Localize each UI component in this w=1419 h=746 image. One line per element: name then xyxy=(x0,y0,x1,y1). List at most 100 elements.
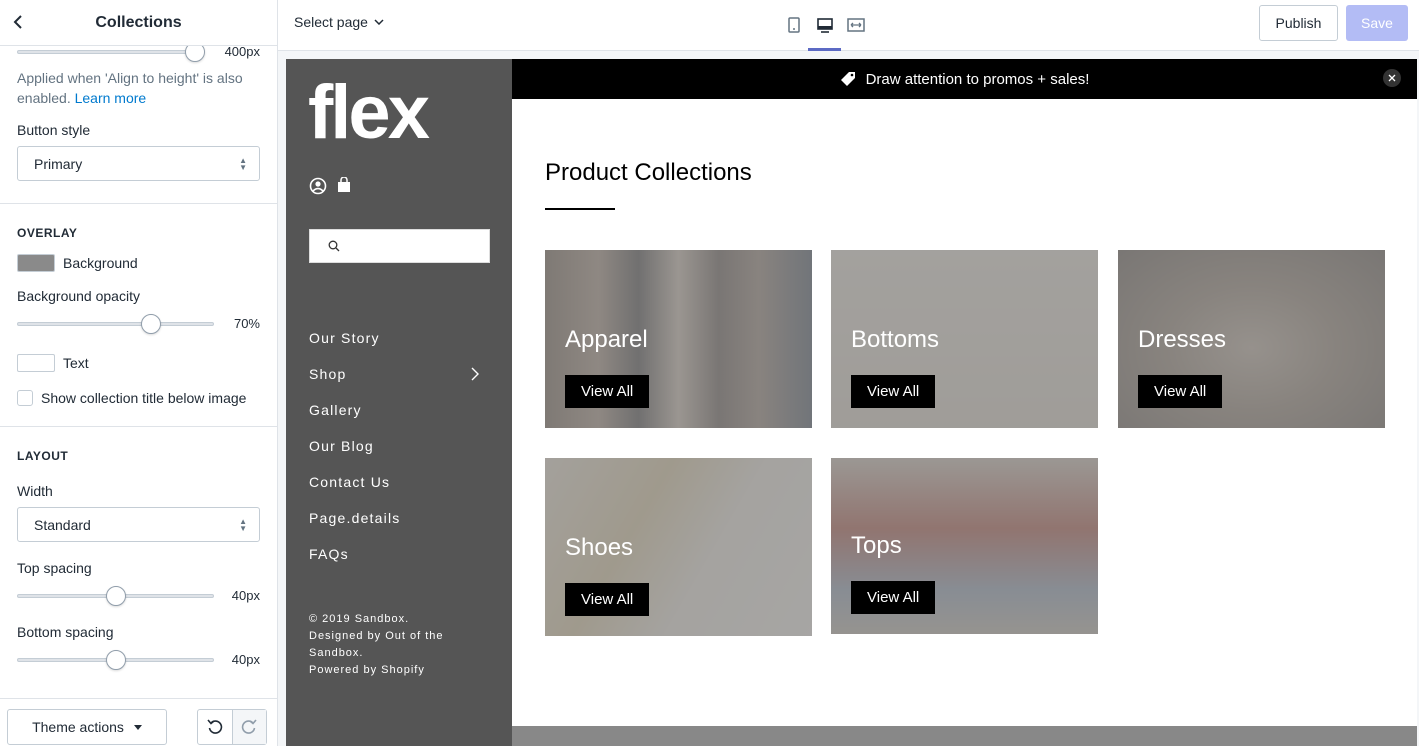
top-spacing-label: Top spacing xyxy=(17,560,92,576)
shopping-bag-icon[interactable] xyxy=(337,177,351,193)
layout-heading: LAYOUT xyxy=(17,449,69,463)
background-color-label: Background xyxy=(63,255,138,271)
divider xyxy=(0,203,277,204)
theme-editor: Collections 400px Applied when 'Align to… xyxy=(0,0,1419,746)
desktop-icon xyxy=(816,17,833,33)
nav-item-faqs[interactable]: FAQs xyxy=(309,536,479,572)
select-arrows-icon: ▲ ▼ xyxy=(239,156,247,172)
show-title-row[interactable]: Show collection title below image xyxy=(17,390,260,406)
show-title-label: Show collection title below image xyxy=(41,390,247,406)
collection-title: Shoes xyxy=(565,534,634,561)
top-spacing-slider[interactable]: 40px xyxy=(17,586,260,606)
collection-card-apparel[interactable]: Apparel View All xyxy=(545,250,812,428)
collection-card-tops[interactable]: Tops View All xyxy=(831,458,1098,634)
nav-item-label: Shop xyxy=(309,366,347,382)
slider-thumb[interactable] xyxy=(106,650,126,670)
sidebar-scroll-area[interactable]: 400px Applied when 'Align to height' is … xyxy=(0,46,277,698)
view-all-button[interactable]: View All xyxy=(1138,375,1223,408)
store-logo[interactable]: flex xyxy=(308,73,430,153)
show-title-checkbox[interactable] xyxy=(17,390,33,406)
background-color-row[interactable]: Background xyxy=(17,254,260,272)
slider-thumb[interactable] xyxy=(106,586,126,606)
help-text: Applied when 'Align to height' is also e… xyxy=(17,68,260,108)
nav-item-label: Contact Us xyxy=(309,474,391,490)
footer-designed-by: Designed by Out of the xyxy=(309,630,444,642)
nav-item-our-blog[interactable]: Our Blog xyxy=(309,428,479,464)
background-opacity-label: Background opacity xyxy=(17,288,140,304)
width-label: Width xyxy=(17,483,53,499)
width-select[interactable]: Standard ▲ ▼ xyxy=(17,507,260,542)
account-icon[interactable] xyxy=(309,177,327,195)
learn-more-link[interactable]: Learn more xyxy=(75,90,147,106)
slider-thumb[interactable] xyxy=(185,46,205,62)
store-sidebar-nav: flex Our Story Shop Gallery Our Blog Con… xyxy=(286,59,512,746)
collection-title: Apparel xyxy=(565,326,648,353)
slider-thumb[interactable] xyxy=(141,314,161,334)
redo-button[interactable] xyxy=(231,710,266,744)
fullscreen-view-button[interactable] xyxy=(840,10,871,40)
slider-value: 40px xyxy=(231,652,260,667)
account-icons xyxy=(309,177,351,195)
footer-powered-by[interactable]: Powered by Shopify xyxy=(309,662,444,679)
view-all-button[interactable]: View All xyxy=(565,583,650,616)
nav-item-gallery[interactable]: Gallery xyxy=(309,392,479,428)
theme-actions-button[interactable]: Theme actions xyxy=(7,709,167,745)
collection-card-bottoms[interactable]: Bottoms View All xyxy=(831,250,1098,428)
sidebar-title: Collections xyxy=(95,13,182,31)
announcement-text: Draw attention to promos + sales! xyxy=(865,70,1090,88)
chevron-down-icon xyxy=(374,19,384,25)
collection-card-shoes[interactable]: Shoes View All xyxy=(545,458,812,636)
undo-redo-group xyxy=(197,709,267,745)
footer-designed-by-cont: Sandbox. xyxy=(309,647,364,659)
nav-item-shop[interactable]: Shop xyxy=(309,356,479,392)
select-page-dropdown[interactable]: Select page xyxy=(294,14,384,30)
text-color-label: Text xyxy=(63,355,89,371)
nav-item-label: Our Blog xyxy=(309,438,374,454)
publish-button[interactable]: Publish xyxy=(1259,5,1338,41)
heading-underline xyxy=(545,208,615,210)
divider xyxy=(0,426,277,427)
collection-title: Bottoms xyxy=(851,326,940,353)
desktop-view-button[interactable] xyxy=(808,10,841,51)
background-opacity-slider[interactable]: 70% xyxy=(17,314,260,334)
back-button[interactable] xyxy=(8,12,28,32)
announcement-bar[interactable]: Draw attention to promos + sales! xyxy=(512,59,1417,99)
view-all-button[interactable]: View All xyxy=(565,375,650,408)
background-color-swatch[interactable] xyxy=(17,254,55,272)
nav-item-page-details[interactable]: Page.details xyxy=(309,500,479,536)
view-all-button[interactable]: View All xyxy=(851,375,936,408)
slider-track xyxy=(17,322,214,326)
redo-icon xyxy=(242,719,258,734)
store-search-input[interactable] xyxy=(309,229,490,263)
theme-actions-label: Theme actions xyxy=(32,719,124,735)
collection-title: Dresses xyxy=(1138,326,1227,353)
bottom-spacing-slider[interactable]: 40px xyxy=(17,650,260,670)
collection-card-dresses[interactable]: Dresses View All xyxy=(1118,250,1385,428)
nav-item-label: Our Story xyxy=(309,330,380,346)
overlay-heading: OVERLAY xyxy=(17,226,78,240)
sidebar-footer: Theme actions xyxy=(0,698,277,746)
undo-icon xyxy=(207,719,223,734)
close-icon xyxy=(1388,74,1396,82)
image-height-slider[interactable]: 400px xyxy=(17,46,260,62)
button-style-select[interactable]: Primary ▲ ▼ xyxy=(17,146,260,181)
mobile-icon xyxy=(787,17,800,33)
caret-down-icon xyxy=(133,724,142,730)
mobile-view-button[interactable] xyxy=(778,10,809,40)
bottom-spacing-label: Bottom spacing xyxy=(17,624,114,640)
nav-item-contact-us[interactable]: Contact Us xyxy=(309,464,479,500)
store-footer: © 2019 Sandbox. Designed by Out of the S… xyxy=(309,611,444,679)
save-button[interactable]: Save xyxy=(1346,5,1408,41)
undo-button[interactable] xyxy=(198,710,232,744)
nav-item-our-story[interactable]: Our Story xyxy=(309,320,479,356)
device-preview-toggle xyxy=(778,10,871,51)
select-page-label: Select page xyxy=(294,14,368,30)
nav-item-label: Gallery xyxy=(309,402,362,418)
view-all-button[interactable]: View All xyxy=(851,581,936,614)
slider-track xyxy=(17,50,199,54)
text-color-swatch[interactable] xyxy=(17,354,55,372)
text-color-row[interactable]: Text xyxy=(17,354,260,372)
close-announcement-button[interactable] xyxy=(1383,69,1401,87)
nav-item-label: FAQs xyxy=(309,546,349,562)
chevron-right-icon xyxy=(471,367,479,381)
